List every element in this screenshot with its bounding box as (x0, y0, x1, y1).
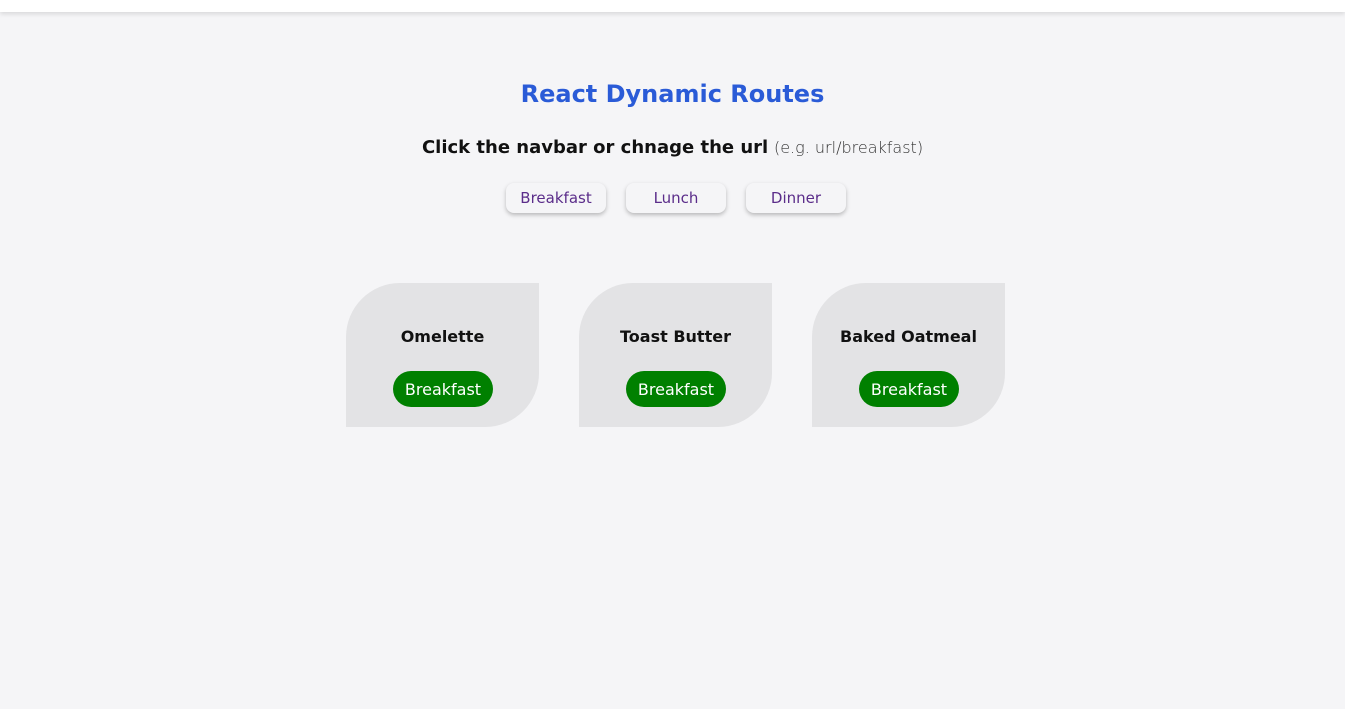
page-title: React Dynamic Routes (520, 80, 825, 108)
meal-category-badge: Breakfast (626, 371, 726, 407)
nav-dinner-button[interactable]: Dinner (746, 183, 846, 213)
instruction-strong: Click the navbar or chnage the url (421, 137, 769, 158)
instruction-text: Click the navbar or chnage the url (e.g.… (0, 137, 1345, 158)
meal-card-title: Toast Butter (620, 327, 731, 346)
instruction-hint: (e.g. url/breakfast) (773, 138, 924, 157)
meal-category-badge: Breakfast (859, 371, 959, 407)
meal-card: Omelette Breakfast (346, 283, 539, 427)
meal-card: Baked Oatmeal Breakfast (812, 283, 1005, 427)
meal-card-title: Omelette (400, 327, 485, 346)
meal-card-title: Baked Oatmeal (840, 327, 977, 346)
top-bar (0, 0, 1345, 12)
meal-card: Toast Butter Breakfast (579, 283, 772, 427)
nav-lunch-button[interactable]: Lunch (626, 183, 726, 213)
meal-card-list: Omelette Breakfast Toast Butter Breakfas… (346, 283, 1005, 427)
meal-category-badge: Breakfast (393, 371, 493, 407)
navbar: Breakfast Lunch Dinner (506, 183, 846, 213)
nav-breakfast-button[interactable]: Breakfast (506, 183, 606, 213)
